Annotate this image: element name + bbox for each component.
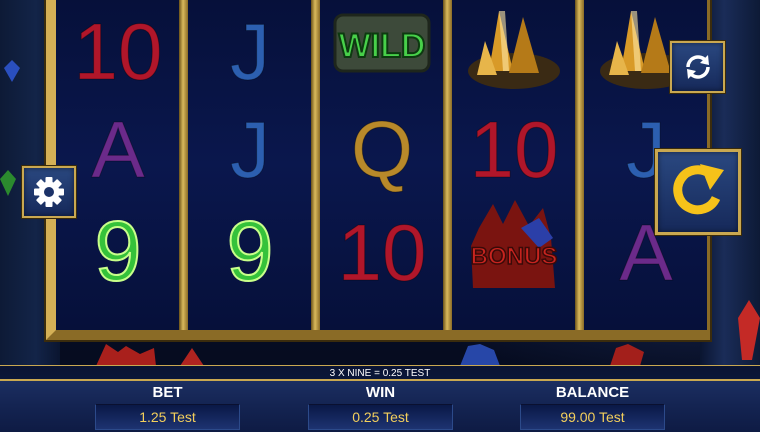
win-value: 0.25 Test xyxy=(308,404,453,430)
symbol-10: 10 xyxy=(452,92,575,202)
svg-text:9: 9 xyxy=(226,204,273,298)
balance-display: BALANCE 99.00 Test xyxy=(520,385,665,430)
symbol-9: 9 xyxy=(188,195,311,305)
svg-text:WILD: WILD xyxy=(338,27,425,65)
symbol-j: J xyxy=(188,0,311,104)
reel-divider xyxy=(575,0,584,330)
win-message: 3 X NINE = 0.25 TEST xyxy=(0,366,760,381)
symbol-bonus: BONUS xyxy=(452,195,575,305)
red-crystal-icon xyxy=(96,344,156,366)
svg-text:10: 10 xyxy=(73,7,162,96)
bottom-panel: 3 X NINE = 0.25 TEST BET 1.25 Test WIN 0… xyxy=(0,365,760,432)
win-label: WIN xyxy=(365,384,396,401)
svg-text:A: A xyxy=(91,105,145,194)
gear-icon xyxy=(34,177,64,207)
bet-value[interactable]: 1.25 Test xyxy=(95,404,240,430)
bet-label: BET xyxy=(152,384,183,401)
reel-4: 10 BONUS xyxy=(452,0,575,330)
autoplay-icon xyxy=(685,55,710,79)
blue-crystal-icon xyxy=(4,60,20,82)
reel-2: JJ 9 xyxy=(188,0,311,330)
reel-divider xyxy=(179,0,188,330)
svg-text:9: 9 xyxy=(94,204,141,298)
win-display: WIN 0.25 Test xyxy=(308,385,453,430)
settings-button[interactable] xyxy=(22,166,76,218)
blue-crystal-icon xyxy=(460,344,500,366)
symbol-10: 10 xyxy=(56,0,179,104)
red-crystal-icon xyxy=(610,344,644,366)
crystal-symbol xyxy=(452,0,575,104)
symbol-j: J xyxy=(188,92,311,202)
svg-text:10: 10 xyxy=(469,105,558,194)
bet-display[interactable]: BET 1.25 Test xyxy=(95,385,240,430)
balance-value: 99.00 Test xyxy=(520,404,665,430)
symbol-wild: WILD xyxy=(320,0,443,104)
reel-divider xyxy=(443,0,452,330)
autoplay-button[interactable] xyxy=(670,41,725,93)
svg-text:J: J xyxy=(230,7,270,96)
symbol-q: Q xyxy=(320,92,443,202)
reel-divider xyxy=(311,0,320,330)
reel-3: WILD Q 10 xyxy=(320,0,443,330)
game-scene: 10 A 9 J J 9 WILD Q 10 10 BONUS J A 3 X … xyxy=(0,0,760,432)
red-crystal-icon xyxy=(738,300,760,360)
svg-text:J: J xyxy=(230,105,270,194)
spin-icon xyxy=(673,164,724,215)
green-crystal-icon xyxy=(0,170,16,196)
balance-label: BALANCE xyxy=(555,384,630,401)
red-crystal-icon xyxy=(180,348,204,366)
svg-text:10: 10 xyxy=(337,208,426,297)
reel-frame: 10 A 9 J J 9 WILD Q 10 10 BONUS J A xyxy=(46,0,710,340)
symbol-10: 10 xyxy=(320,195,443,305)
reel-1: 10 A 9 xyxy=(56,0,179,330)
spin-button[interactable] xyxy=(655,149,741,235)
svg-text:Q: Q xyxy=(350,105,412,194)
svg-text:BONUS: BONUS xyxy=(470,243,557,270)
